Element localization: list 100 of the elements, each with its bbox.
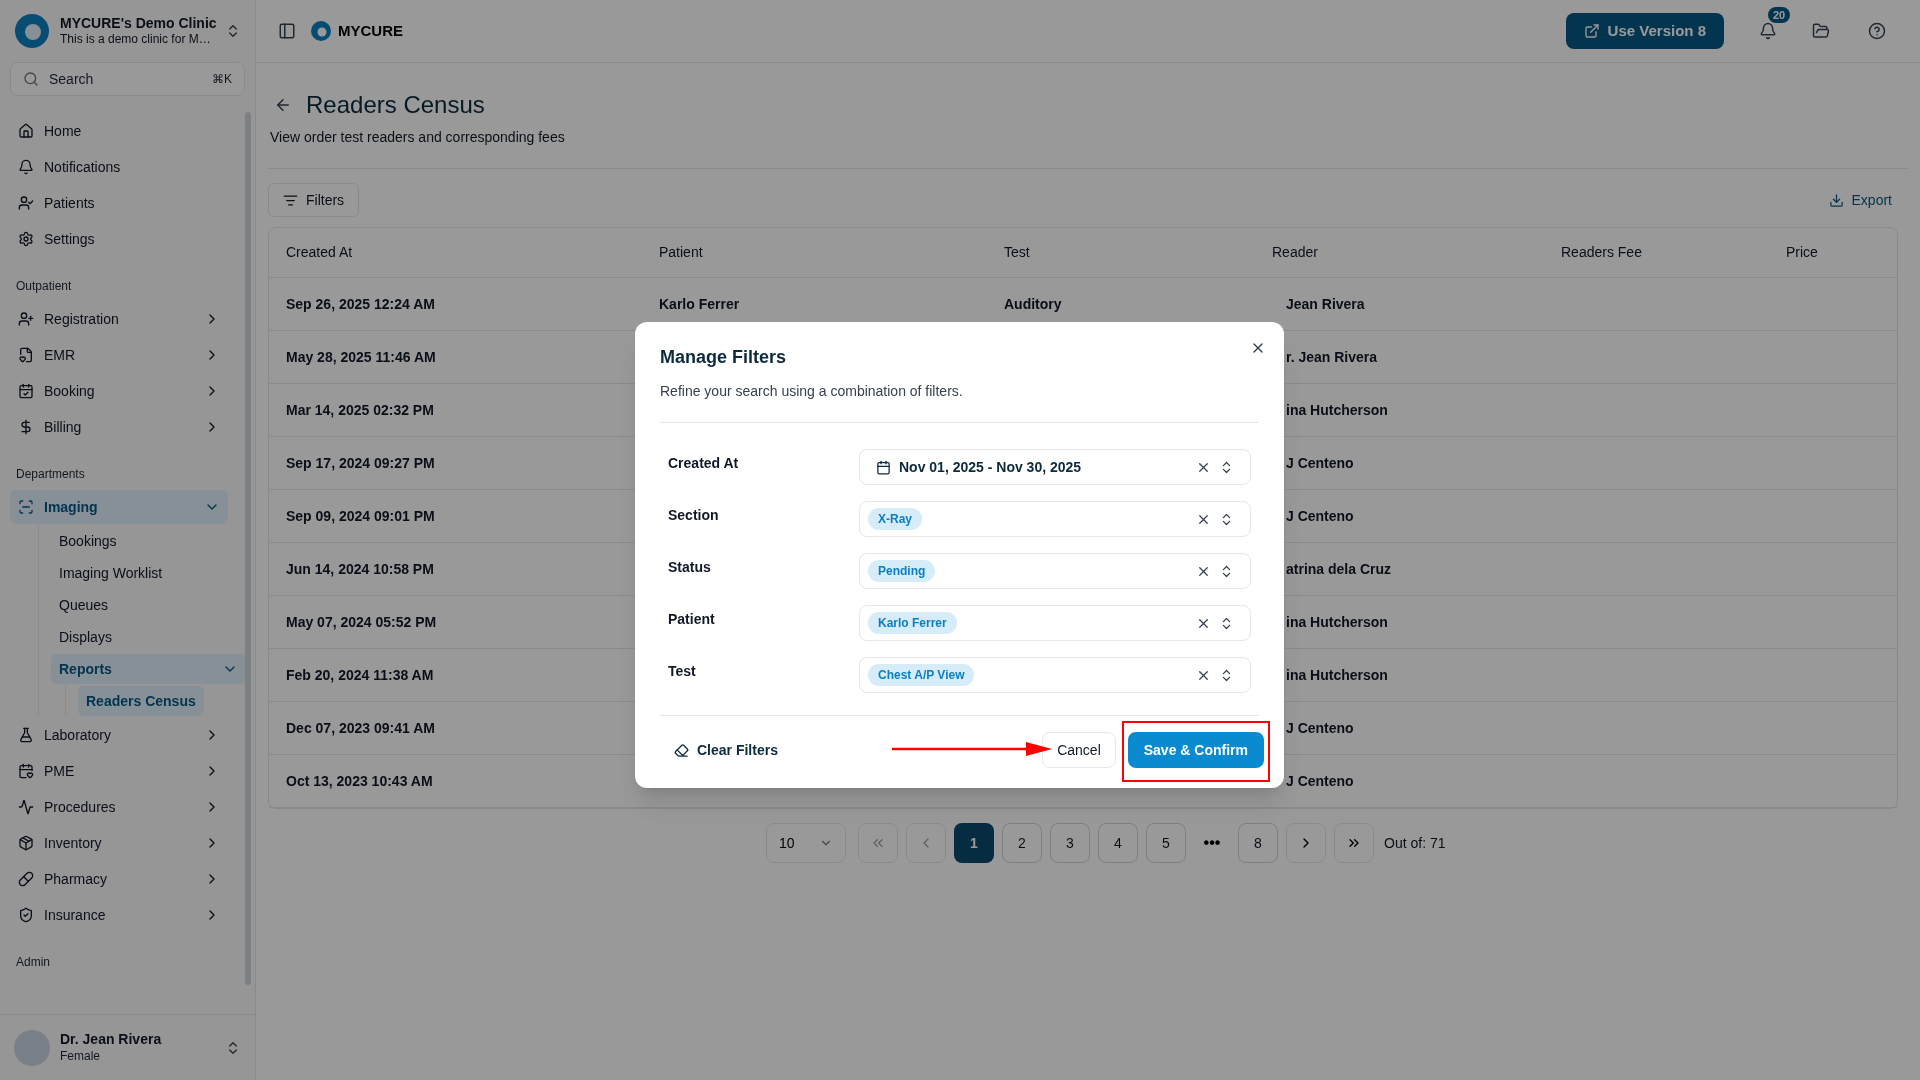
flask-icon <box>18 727 34 743</box>
sidebar-item[interactable]: EMR <box>10 338 228 372</box>
scan-icon <box>18 499 34 515</box>
page-button[interactable]: 5 <box>1146 823 1186 863</box>
column-header[interactable]: Created At <box>286 242 659 263</box>
table-cell: J Centeno <box>1286 507 1354 524</box>
date-range-value: Nov 01, 2025 - Nov 30, 2025 <box>899 457 1082 477</box>
notification-badge: 20 <box>1768 7 1791 23</box>
column-header[interactable]: Readers Fee <box>1561 242 1786 263</box>
table-cell: Jean Rivera <box>1286 295 1365 312</box>
filter-chip: Pending <box>868 560 936 582</box>
last-page-button[interactable] <box>1334 823 1374 863</box>
filter-label: Created At <box>668 454 740 473</box>
pill-icon <box>18 871 34 887</box>
help-icon[interactable] <box>1868 22 1886 40</box>
table-cell: ina Hutcherson <box>1286 613 1388 630</box>
bell-icon[interactable] <box>1759 22 1777 40</box>
sidebar-item[interactable]: Registration <box>10 302 228 336</box>
filter-field[interactable]: X-Ray <box>859 501 1251 537</box>
table-cell: Sep 26, 2025 12:24 AM <box>286 295 435 312</box>
folder-icon[interactable] <box>1812 22 1830 40</box>
page-button[interactable]: 3 <box>1050 823 1090 863</box>
table-cell: ina Hutcherson <box>1286 401 1388 418</box>
filter-icon <box>283 192 298 208</box>
table-cell: Jun 14, 2024 10:58 PM <box>286 560 434 577</box>
house-icon <box>18 123 34 139</box>
export-button[interactable]: Export <box>1818 183 1902 217</box>
filter-field[interactable]: Nov 01, 2025 - Nov 30, 2025 <box>859 449 1251 485</box>
save-confirm-button[interactable]: Save & Confirm <box>1127 732 1264 768</box>
sidebar-item[interactable]: Procedures <box>10 790 228 824</box>
column-header[interactable]: Test <box>1004 242 1272 263</box>
column-header[interactable]: Reader <box>1272 242 1561 263</box>
table-cell: J Centeno <box>1286 719 1354 736</box>
sidebar-item[interactable]: Settings <box>10 222 228 256</box>
page-subtitle: View order test readers and corresponding fees <box>269 128 566 147</box>
bell-icon <box>18 159 34 175</box>
clear-filters-button[interactable]: Clear Filters <box>660 732 792 768</box>
filter-field[interactable]: Karlo Ferrer <box>859 605 1251 641</box>
sidebar-item[interactable]: Laboratory <box>10 718 228 752</box>
back-icon[interactable] <box>274 96 292 114</box>
filter-chip: Karlo Ferrer <box>868 612 957 634</box>
sidebar-item[interactable]: Insurance <box>10 898 228 932</box>
table-cell: Feb 20, 2024 11:38 AM <box>286 666 434 683</box>
sidebar-item[interactable]: PME <box>10 754 228 788</box>
sidebar-item[interactable]: Notifications <box>10 150 228 184</box>
search-icon <box>23 71 39 87</box>
settings-icon <box>18 231 34 247</box>
sidebar-subitem[interactable]: Imaging Worklist <box>51 558 245 588</box>
version-button[interactable]: Use Version 8 <box>1565 13 1724 49</box>
table-cell: May 07, 2024 05:52 PM <box>286 613 437 630</box>
sidebar-item[interactable]: Billing <box>10 410 228 444</box>
sidebar-subitem[interactable]: Readers Census <box>78 686 204 716</box>
avatar <box>14 1029 50 1066</box>
sidebar-item[interactable]: Booking <box>10 374 228 408</box>
sidebar-item[interactable]: Imaging <box>10 490 228 524</box>
clinic-logo-icon <box>14 13 50 49</box>
sidebar-item[interactable]: Pharmacy <box>10 862 228 896</box>
filter-field[interactable]: Chest A/P View <box>859 657 1251 693</box>
page-title: Readers Census <box>306 90 485 120</box>
column-header[interactable]: Patient <box>659 242 1004 263</box>
table-cell: Oct 13, 2023 10:43 AM <box>286 772 433 789</box>
pulse-icon <box>18 799 34 815</box>
sidebar-item[interactable]: Home <box>10 114 228 148</box>
calendar-check-icon <box>18 383 34 399</box>
dollar-icon <box>18 419 34 435</box>
column-header[interactable]: Price <box>1786 242 1880 263</box>
page-button[interactable]: 1 <box>954 823 994 863</box>
sidebar-item[interactable]: Inventory <box>10 826 228 860</box>
table-cell: atrina dela Cruz <box>1286 560 1392 577</box>
external-link-icon <box>1583 23 1600 39</box>
brand-logo-icon <box>310 20 332 42</box>
sidebar-subitem[interactable]: Displays <box>51 622 245 652</box>
page-size-select[interactable]: 10 <box>766 823 846 863</box>
dialog-description: Refine your search using a combination of filters. <box>660 382 964 401</box>
table-cell: J Centeno <box>1286 772 1354 789</box>
sidebar-subitem[interactable]: Bookings <box>51 526 245 556</box>
table-cell: Sep 09, 2024 09:01 PM <box>286 507 435 524</box>
sidebar-heading: Departments <box>15 466 86 483</box>
user-check-icon <box>18 195 34 211</box>
sidebar-heading: Admin <box>15 954 51 971</box>
sidebar-subitem[interactable]: Queues <box>51 590 245 620</box>
ellipsis: ••• <box>1202 833 1222 853</box>
table-cell: May 28, 2025 11:46 AM <box>286 348 436 365</box>
sidebar-toggle-icon[interactable] <box>278 22 296 40</box>
filter-field[interactable]: Pending <box>859 553 1251 589</box>
table-cell: Karlo Ferrer <box>659 295 740 312</box>
sidebar-item[interactable]: Patients <box>10 186 228 220</box>
table-cell: Dec 07, 2023 09:41 AM <box>286 719 435 736</box>
page-button[interactable]: 8 <box>1238 823 1278 863</box>
filters-button[interactable]: Filters <box>268 183 360 217</box>
sidebar-subitem[interactable]: Reports <box>51 654 246 684</box>
file-icon <box>18 347 34 363</box>
eraser-icon <box>674 742 689 758</box>
filter-label: Patient <box>668 610 716 629</box>
filter-chip: X-Ray <box>868 508 922 530</box>
search-field[interactable]: Search ⌘K <box>10 62 245 96</box>
page-button[interactable]: 4 <box>1098 823 1138 863</box>
sidebar-heading: Outpatient <box>15 278 73 295</box>
page-button[interactable]: 2 <box>1002 823 1042 863</box>
scrollbar[interactable] <box>245 112 251 985</box>
